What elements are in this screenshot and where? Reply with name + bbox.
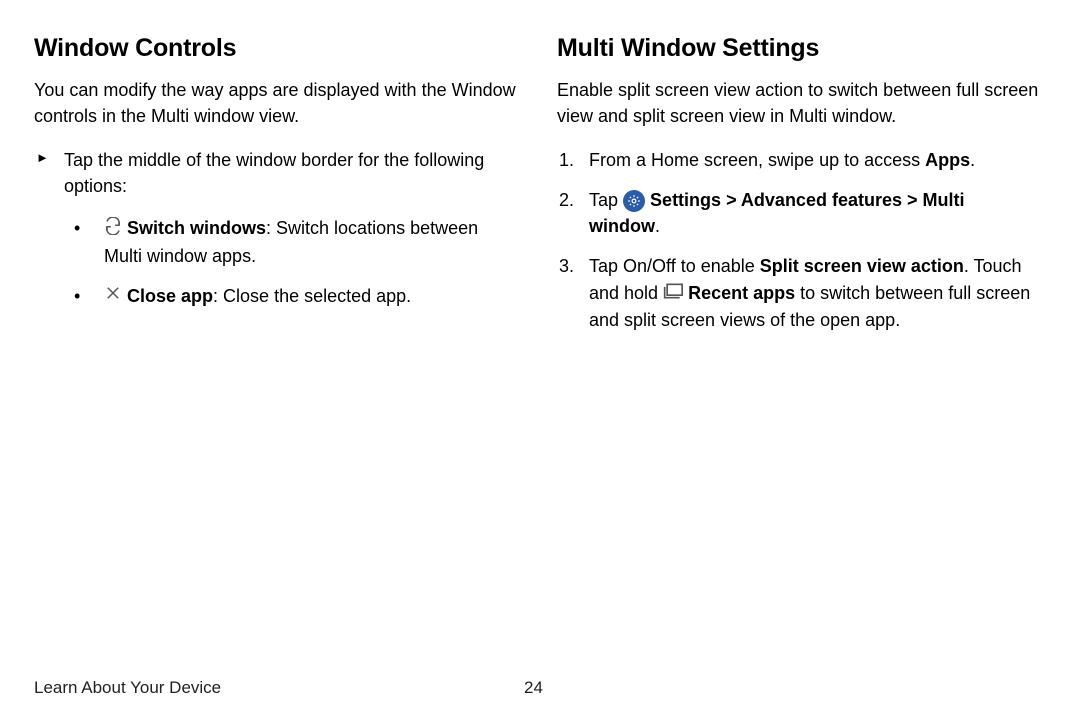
s3a: Tap On/Off to enable [589, 256, 760, 276]
heading-multi-window-settings: Multi Window Settings [557, 34, 1040, 63]
apps-label: Apps [925, 150, 970, 170]
page-footer: Learn About Your Device 24 [34, 678, 1040, 698]
gt1: > [721, 190, 741, 210]
s2e: . [655, 216, 660, 236]
page-number: 24 [524, 678, 543, 698]
switch-windows-label: Switch windows [127, 218, 266, 238]
heading-window-controls: Window Controls [34, 34, 517, 63]
right-column: Multi Window Settings Enable split scree… [557, 34, 1040, 347]
intro-left: You can modify the way apps are displaye… [34, 77, 517, 129]
close-app-label: Close app [127, 286, 213, 306]
s1a: From a Home screen, swipe up to access [589, 150, 925, 170]
intro-right: Enable split screen view action to switc… [557, 77, 1040, 129]
close-app-item: Close app: Close the selected app. [64, 283, 517, 310]
gt2: > [902, 190, 923, 210]
switch-windows-icon [104, 216, 122, 242]
step-2: Tap Settings > Advanced features > Multi… [557, 187, 1040, 239]
settings-gear-icon [623, 190, 645, 212]
switch-windows-item: Switch windows: Switch locations between… [64, 215, 517, 268]
advanced-features-label: Advanced features [741, 190, 902, 210]
settings-label: Settings [650, 190, 721, 210]
close-app-desc: : Close the selected app. [213, 286, 411, 306]
lead-text: Tap the middle of the window border for … [64, 150, 484, 196]
close-app-icon [104, 283, 122, 309]
step-1: From a Home screen, swipe up to access A… [557, 147, 1040, 173]
s2a: Tap [589, 190, 623, 210]
lead-item: Tap the middle of the window border for … [36, 147, 517, 310]
split-screen-action-label: Split screen view action [760, 256, 964, 276]
step-3: Tap On/Off to enable Split screen view a… [557, 253, 1040, 332]
s1c: . [970, 150, 975, 170]
footer-section: Learn About Your Device [34, 678, 221, 697]
left-column: Window Controls You can modify the way a… [34, 34, 517, 347]
recent-apps-label: Recent apps [688, 283, 795, 303]
recent-apps-icon [663, 280, 683, 306]
